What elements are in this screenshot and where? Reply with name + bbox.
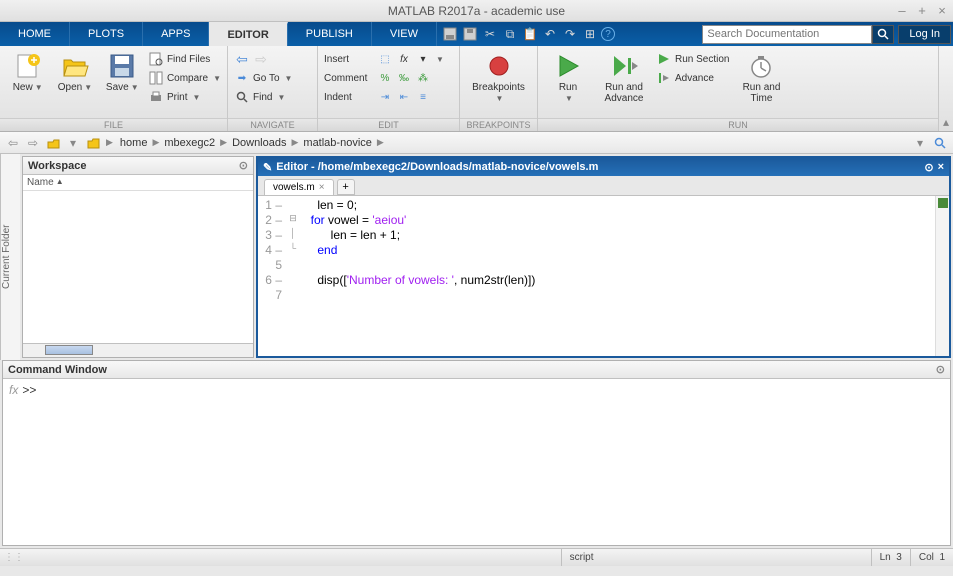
code-area[interactable]: len = 0; for vowel = 'aeiou' len = len +… [300, 196, 535, 356]
workspace-column-header[interactable]: Name ▲ [23, 175, 253, 191]
run-and-time-button[interactable]: Run and Time [733, 50, 789, 106]
run-section-button[interactable]: Run Section [656, 50, 729, 68]
fold-gutter[interactable]: ⊟│└ [286, 196, 300, 356]
workspace-body[interactable] [23, 191, 253, 343]
statusbar-grip-icon: ⋮⋮ [0, 552, 16, 563]
path-search-icon[interactable] [931, 134, 949, 152]
tab-plots[interactable]: PLOTS [70, 22, 143, 46]
editor-close-icon[interactable]: × [938, 161, 944, 174]
breakpoints-button[interactable]: Breakpoints▼ [466, 50, 531, 106]
ribbon-group-breakpoints-label: BREAKPOINTS [460, 118, 537, 131]
find-files-button[interactable]: Find Files [148, 50, 221, 68]
main-tabstrip: HOME PLOTS APPS EDITOR PUBLISH VIEW ✂ ⧉ … [0, 22, 953, 46]
switch-windows-icon[interactable]: ⊞ [581, 25, 599, 43]
command-window-body[interactable]: fx >> [3, 379, 950, 545]
editor-marker-strip[interactable] [935, 196, 949, 356]
find-button[interactable]: Find▼ [234, 88, 311, 106]
breadcrumb-part[interactable]: Downloads [229, 137, 289, 149]
fx-icon[interactable]: fx [9, 383, 18, 541]
editor-icon: ✎ [263, 161, 272, 174]
cut-icon[interactable]: ✂ [481, 25, 499, 43]
workspace-title: Workspace [28, 160, 87, 172]
save-icon[interactable] [461, 25, 479, 43]
command-prompt: >> [22, 383, 36, 541]
window-titlebar: MATLAB R2017a - academic use – + × [0, 0, 953, 22]
tab-view[interactable]: VIEW [372, 22, 437, 46]
ribbon-group-edit-label: EDIT [318, 118, 459, 131]
new-tab-button[interactable]: + [337, 179, 355, 195]
breadcrumb-part[interactable]: mbexegc2 [161, 137, 218, 149]
paste-icon[interactable]: 📋 [521, 25, 539, 43]
ribbon-group-file-label: FILE [0, 118, 227, 131]
indent-button[interactable]: Indent⇥⇤≡ [324, 88, 453, 106]
ribbon-group-run-label: RUN [538, 118, 938, 131]
current-folder-tab[interactable]: Current Folder [0, 154, 20, 360]
address-bar: ⇦ ⇨ ▾ ▶ home▶ mbexegc2▶ Downloads▶ matla… [0, 132, 953, 154]
nav-back-icon[interactable]: ⇦ [4, 134, 22, 152]
minimize-button[interactable]: – [895, 4, 909, 18]
quick-access-toolbar: ✂ ⧉ 📋 ↶ ↷ ⊞ ? [437, 22, 619, 46]
browse-folder-icon[interactable] [84, 134, 102, 152]
window-title: MATLAB R2017a - academic use [388, 4, 565, 18]
breadcrumb: home▶ mbexegc2▶ Downloads▶ matlab-novice… [117, 137, 386, 149]
workspace-menu-icon[interactable]: ⊙ [239, 159, 248, 172]
save-button[interactable]: Save▼ [101, 50, 144, 95]
status-mode: script [561, 549, 871, 566]
help-icon[interactable]: ? [601, 27, 615, 41]
editor-panel: ✎ Editor - /home/mbexegc2/Downloads/matl… [256, 156, 951, 358]
tab-apps[interactable]: APPS [143, 22, 209, 46]
command-window-menu-icon[interactable]: ⊙ [936, 363, 945, 376]
maximize-button[interactable]: + [915, 4, 929, 18]
goto-button[interactable]: ➡Go To▼ [234, 69, 311, 87]
close-button[interactable]: × [935, 4, 949, 18]
comment-button[interactable]: Comment%‰⁂ [324, 69, 453, 87]
undo-icon[interactable]: ↶ [541, 25, 559, 43]
path-root-sep: ▶ [104, 137, 115, 148]
editor-menu-icon[interactable]: ⊙ [924, 161, 933, 174]
file-tab-close-icon[interactable]: × [319, 182, 325, 193]
run-and-advance-button[interactable]: Run and Advance [596, 50, 652, 106]
tab-editor[interactable]: EDITOR [209, 22, 287, 46]
editor-title: Editor - /home/mbexegc2/Downloads/matlab… [276, 161, 598, 173]
ribbon-group-navigate-label: NAVIGATE [228, 118, 317, 131]
status-col: Col 1 [910, 549, 953, 566]
compare-button[interactable]: Compare▼ [148, 69, 221, 87]
line-number-gutter: 1 – 2 – 3 – 4 – 5 6 – 7 [258, 196, 286, 356]
status-line: Ln 3 [871, 549, 910, 566]
editor-body[interactable]: 1 – 2 – 3 – 4 – 5 6 – 7 ⊟│└ len = 0; for… [258, 196, 949, 356]
login-button[interactable]: Log In [898, 25, 951, 44]
breadcrumb-part[interactable]: matlab-novice [300, 137, 374, 149]
nav-up-icon[interactable] [44, 134, 62, 152]
command-window-title: Command Window [8, 364, 107, 376]
run-button[interactable]: Run▼ [544, 50, 592, 106]
redo-icon[interactable]: ↷ [561, 25, 579, 43]
command-window: Command Window ⊙ fx >> [2, 360, 951, 546]
workspace-panel: Workspace ⊙ Name ▲ [22, 156, 254, 358]
nav-history-icon[interactable]: ▾ [64, 134, 82, 152]
workspace-scrollbar[interactable] [23, 343, 253, 357]
ribbon-collapse-icon[interactable]: ▴ [939, 46, 953, 131]
file-tab[interactable]: vowels.m× [264, 179, 334, 195]
search-input[interactable] [702, 25, 872, 44]
search-button[interactable] [872, 25, 894, 44]
breadcrumb-part[interactable]: home [117, 137, 151, 149]
advance-button[interactable]: Advance [656, 69, 729, 87]
copy-icon[interactable]: ⧉ [501, 25, 519, 43]
tab-home[interactable]: HOME [0, 22, 70, 46]
nav-back-forward[interactable]: ⇦⇨ [234, 50, 311, 68]
status-bar: ⋮⋮ script Ln 3 Col 1 [0, 548, 953, 566]
insert-button[interactable]: Insert⬚fx▾▼ [324, 50, 453, 68]
tab-publish[interactable]: PUBLISH [288, 22, 372, 46]
open-button[interactable]: Open▼ [53, 50, 96, 95]
print-button[interactable]: Print▼ [148, 88, 221, 106]
ribbon: New▼ Open▼ Save▼ Find Files Compare▼ Pri… [0, 46, 953, 132]
save-all-icon[interactable] [441, 25, 459, 43]
new-button[interactable]: New▼ [6, 50, 49, 95]
nav-forward-icon[interactable]: ⇨ [24, 134, 42, 152]
path-dropdown-icon[interactable]: ▾ [911, 134, 929, 152]
